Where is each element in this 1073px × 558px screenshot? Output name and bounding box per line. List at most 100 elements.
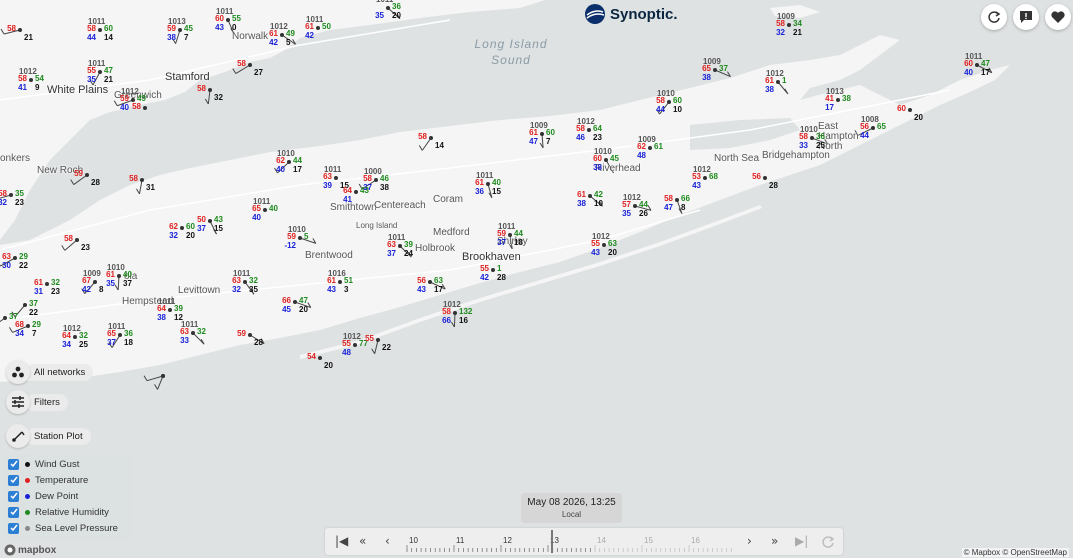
- station-dot: [178, 28, 182, 32]
- station-humidity: 50: [322, 22, 331, 31]
- station-wind-gust: 7: [32, 329, 37, 338]
- filters-control[interactable]: Filters: [6, 390, 68, 414]
- station-dot: [248, 63, 252, 67]
- station-dot: [298, 236, 302, 240]
- checkbox[interactable]: [8, 522, 19, 534]
- legend-dot: [25, 509, 30, 515]
- legend-item-relative-humidity[interactable]: Relative Humidity: [8, 506, 109, 518]
- station-wind-gust: 21: [24, 33, 33, 42]
- brand-name: Synoptic.: [610, 5, 678, 23]
- place-label: onkers: [0, 153, 31, 164]
- station-dew-point: 32: [776, 28, 785, 37]
- station-temperature: 50: [197, 215, 206, 224]
- station-wind-gust: 20: [324, 361, 333, 370]
- legend-item-sea-level-pressure[interactable]: Sea Level Pressure: [8, 522, 118, 534]
- station-dot: [354, 190, 358, 194]
- station-humidity: 5: [304, 232, 309, 241]
- station-dew-point: 37: [107, 338, 116, 347]
- station-humidity: 44: [514, 229, 523, 238]
- station-humidity: 32: [79, 331, 88, 340]
- checkbox[interactable]: [8, 490, 19, 502]
- station-temperature: 64: [343, 186, 352, 195]
- station-humidity: 45: [184, 24, 193, 33]
- timeline-track[interactable]: 10 11 12 13 14 15 16: [405, 528, 735, 555]
- station-wind-gust: 37: [123, 279, 132, 288]
- station-dew-point: 35: [622, 209, 631, 218]
- legend-item-temperature[interactable]: Temperature: [8, 474, 88, 486]
- legend-item-wind-gust[interactable]: Wind Gust: [8, 458, 79, 470]
- station-humidity: 43: [360, 186, 369, 195]
- station-temperature: 58: [18, 74, 27, 83]
- station-temperature: 67: [82, 276, 91, 285]
- station-humidity: 32: [51, 278, 60, 287]
- feedback-button[interactable]: [1013, 4, 1039, 30]
- checkbox[interactable]: [8, 506, 19, 518]
- synoptic-logo: Synoptic.: [584, 3, 678, 25]
- station-temperature: 58: [197, 84, 206, 93]
- station-dew-point: 43: [327, 285, 336, 294]
- favorite-button[interactable]: [1045, 4, 1071, 30]
- station-dew-point: 42: [269, 38, 278, 47]
- legend-label: Relative Humidity: [35, 506, 109, 518]
- checkbox[interactable]: [8, 474, 19, 486]
- station-temperature: 66: [282, 296, 291, 305]
- station-dot: [13, 256, 17, 260]
- station-dew-point: 38: [593, 163, 602, 172]
- map-attribution[interactable]: © Mapbox © OpenStreetMap: [961, 548, 1069, 557]
- station-temperature: 59: [120, 94, 129, 103]
- station-humidity: 40: [269, 204, 278, 213]
- station-temperature: 59: [237, 329, 246, 338]
- station-wind-gust: 20: [608, 248, 617, 257]
- station-dot: [763, 176, 767, 180]
- station-temperature: 55: [87, 66, 96, 75]
- skip-to-start-icon[interactable]: |◀: [335, 534, 348, 548]
- rewind-icon[interactable]: «: [359, 534, 366, 548]
- map-canvas[interactable]: [0, 0, 1073, 558]
- station-dot: [118, 333, 122, 337]
- station-temperature: 61: [529, 128, 538, 137]
- place-label: Coram: [433, 194, 464, 205]
- skip-to-end-icon[interactable]: ▶|: [795, 534, 808, 548]
- loop-icon[interactable]: [821, 535, 835, 549]
- station-dot: [376, 338, 380, 342]
- station-humidity: 132: [459, 307, 473, 316]
- station-dew-point: 37: [387, 249, 396, 258]
- timezone-label: Local: [561, 510, 582, 519]
- station-dot: [787, 23, 791, 27]
- station-dot: [287, 160, 291, 164]
- legend-item-dew-point[interactable]: Dew Point: [8, 490, 78, 502]
- station-temperature: 58: [442, 307, 451, 316]
- station-dot: [75, 238, 79, 242]
- station-wind-gust: 22: [29, 308, 38, 317]
- refresh-button[interactable]: [981, 4, 1007, 30]
- checkbox[interactable]: [8, 458, 19, 470]
- station-dot: [602, 243, 606, 247]
- fast-forward-icon[interactable]: »: [771, 534, 778, 548]
- station-plot-control[interactable]: Station Plot: [6, 424, 91, 448]
- station-temperature: 61: [34, 278, 43, 287]
- legend-dot: [25, 525, 30, 531]
- station-dew-point: 46: [576, 133, 585, 142]
- station-humidity: 65: [877, 122, 886, 131]
- station-dot: [398, 244, 402, 248]
- station-dew-point: 38: [702, 73, 711, 82]
- step-forward-icon[interactable]: ›: [747, 534, 752, 548]
- station-temperature: 61: [269, 29, 278, 38]
- station-dew-point: 34: [62, 340, 71, 349]
- station-humidity: 38: [842, 94, 851, 103]
- station-dot: [386, 6, 390, 10]
- station-dew-point: 30: [2, 261, 11, 270]
- station-pressure: 1011: [376, 0, 393, 4]
- station-dew-point: 47: [529, 137, 538, 146]
- station-humidity: 1: [782, 76, 787, 85]
- station-dot: [18, 28, 22, 32]
- place-label: Brookhaven: [462, 251, 521, 263]
- station-temperature: 59: [497, 229, 506, 238]
- globe-icon: [585, 4, 605, 24]
- place-label: White Plains: [47, 84, 109, 96]
- station-dot: [374, 178, 378, 182]
- step-back-icon[interactable]: ‹: [385, 534, 390, 548]
- station-wind-gust: 23: [51, 287, 60, 296]
- station-wind-gust: 24: [404, 249, 413, 258]
- networks-control[interactable]: All networks: [6, 360, 94, 384]
